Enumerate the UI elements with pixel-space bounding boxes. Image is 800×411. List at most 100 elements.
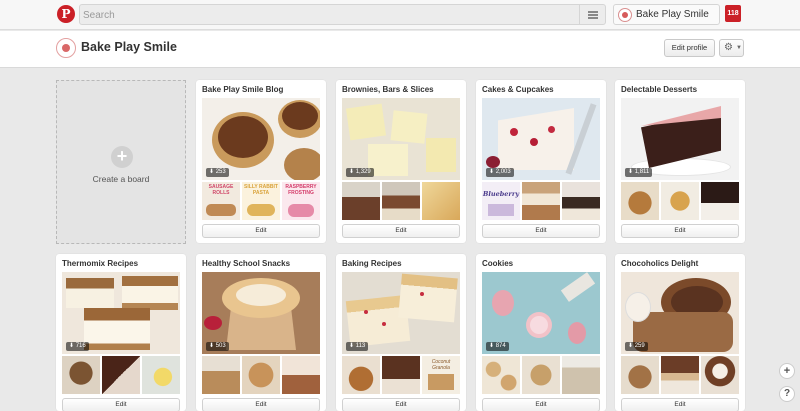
profile-avatar[interactable] [56,38,76,58]
board-card[interactable]: Cookies ⬇ 874 Edit [476,254,606,411]
pin-count-badge: ⬇ 1,329 [346,168,374,177]
board-thumbnails [202,356,320,394]
edit-board-button[interactable]: Edit [62,398,180,411]
board-thumbnail[interactable] [562,356,600,394]
board-card[interactable]: Thermomix Recipes ⬇ 716 Edit [56,254,186,411]
board-thumbnail[interactable] [701,356,739,394]
board-thumbnail[interactable] [482,356,520,394]
board-card[interactable]: Bake Play Smile Blog ⬇ 253 SAUSAGE ROLLS… [196,80,326,243]
edit-profile-button[interactable]: Edit profile [664,39,715,57]
board-thumbnail[interactable] [342,356,380,394]
create-board-label: Create a board [92,174,150,184]
board-cover-image[interactable]: ⬇ 1,811 [621,98,739,180]
board-thumbnails: Coconut Granola [342,356,460,394]
board-thumbnail[interactable] [522,356,560,394]
board-title: Cookies [482,259,514,268]
board-thumbnail[interactable] [562,182,600,220]
board-thumbnail[interactable]: SAUSAGE ROLLS [202,182,240,220]
thumbnail-caption: RASPBERRY FROSTING [285,184,317,196]
board-cover-image[interactable]: ⬇ 1,329 [342,98,460,180]
thumbnail-caption: Blueberry [482,190,520,198]
edit-board-button[interactable]: Edit [482,398,600,411]
top-navigation-bar: P Bake Play Smile 118 [0,0,800,30]
pin-icon: ⬇ [209,169,215,175]
settings-button[interactable]: ⚙ ▼ [719,39,744,57]
pin-icon: ⬇ [489,343,495,349]
pin-icon: ⬇ [628,343,634,349]
pin-count: 716 [75,343,86,349]
pin-icon: ⬇ [349,169,355,175]
edit-board-button[interactable]: Edit [202,398,320,411]
board-card[interactable]: Healthy School Snacks ⬇ 503 Edit [196,254,326,411]
board-thumbnail[interactable] [661,356,699,394]
thumbnail-caption: SILLY RABBIT PASTA [244,184,278,196]
pin-icon: ⬇ [209,343,215,349]
board-thumbnail[interactable] [382,182,420,220]
board-thumbnail[interactable] [382,356,420,394]
board-thumbnails: Blueberry [482,182,600,220]
board-cover-image[interactable]: ⬇ 503 [202,272,320,354]
board-thumbnails [62,356,180,394]
pin-count: 874 [495,343,506,349]
board-thumbnail[interactable] [422,182,460,220]
board-thumbnail[interactable] [102,356,140,394]
board-thumbnail[interactable] [621,182,659,220]
pin-count: 1,329 [355,169,371,175]
board-cover-image[interactable]: ⬇ 113 [342,272,460,354]
pin-count-badge: ⬇ 1,811 [625,168,653,177]
board-cover-image[interactable]: ⬇ 716 [62,272,180,354]
board-card[interactable]: Brownies, Bars & Slices ⬇ 1,329 Edit [336,80,466,243]
board-thumbnail[interactable] [142,356,180,394]
board-title: Delectable Desserts [621,85,698,94]
board-thumbnail[interactable]: Coconut Granola [422,356,460,394]
board-thumbnail[interactable] [62,356,100,394]
board-thumbnail[interactable] [342,182,380,220]
board-thumbnails: SAUSAGE ROLLS SILLY RABBIT PASTA RASPBER… [202,182,320,220]
board-thumbnail[interactable]: Blueberry [482,182,520,220]
pin-count: 259 [634,343,645,349]
board-thumbnail[interactable] [202,356,240,394]
board-thumbnail[interactable] [242,356,280,394]
board-thumbnail[interactable]: SILLY RABBIT PASTA [242,182,280,220]
edit-board-button[interactable]: Edit [202,224,320,238]
board-thumbnail[interactable] [621,356,659,394]
board-thumbnails [621,356,739,394]
pinterest-logo-icon[interactable]: P [57,5,75,23]
board-card[interactable]: Baking Recipes ⬇ 113 Coconut Granola Edi… [336,254,466,411]
pin-icon: ⬇ [349,343,355,349]
board-cover-image[interactable]: ⬇ 2,003 [482,98,600,180]
edit-board-button[interactable]: Edit [342,398,460,411]
help-icon[interactable]: ? [779,386,795,402]
board-thumbnail[interactable] [282,356,320,394]
pin-count-badge: ⬇ 2,003 [486,168,514,177]
board-cover-image[interactable]: ⬇ 259 [621,272,739,354]
add-pin-icon[interactable]: + [779,363,795,379]
edit-board-button[interactable]: Edit [482,224,600,238]
pin-count: 2,003 [495,169,511,175]
board-thumbnail[interactable] [701,182,739,220]
board-card[interactable]: Delectable Desserts ⬇ 1,811 Edit [615,80,745,243]
edit-board-button[interactable]: Edit [621,398,739,411]
pin-count-badge: ⬇ 259 [625,342,648,351]
board-title: Baking Recipes [342,259,402,268]
edit-board-button[interactable]: Edit [342,224,460,238]
board-thumbnail[interactable] [522,182,560,220]
pin-icon: ⬇ [69,343,75,349]
board-cover-image[interactable]: ⬇ 874 [482,272,600,354]
board-thumbnails [482,356,600,394]
pin-count-badge: ⬇ 874 [486,342,509,351]
edit-board-button[interactable]: Edit [621,224,739,238]
board-cover-image[interactable]: ⬇ 253 [202,98,320,180]
notifications-badge[interactable]: 118 [725,5,741,22]
avatar [618,8,632,22]
user-profile-button[interactable]: Bake Play Smile [613,4,720,25]
thumbnail-caption: Coconut Granola [431,359,451,371]
hamburger-menu-icon[interactable] [579,5,605,24]
search-input[interactable] [83,7,573,23]
create-board-card[interactable]: + Create a board [56,80,186,244]
board-thumbnail[interactable] [661,182,699,220]
board-thumbnail[interactable]: RASPBERRY FROSTING [282,182,320,220]
board-card[interactable]: Chocoholics Delight ⬇ 259 Edit [615,254,745,411]
user-name: Bake Play Smile [636,9,709,20]
board-card[interactable]: Cakes & Cupcakes ⬇ 2,003 Blueberry Edit [476,80,606,243]
